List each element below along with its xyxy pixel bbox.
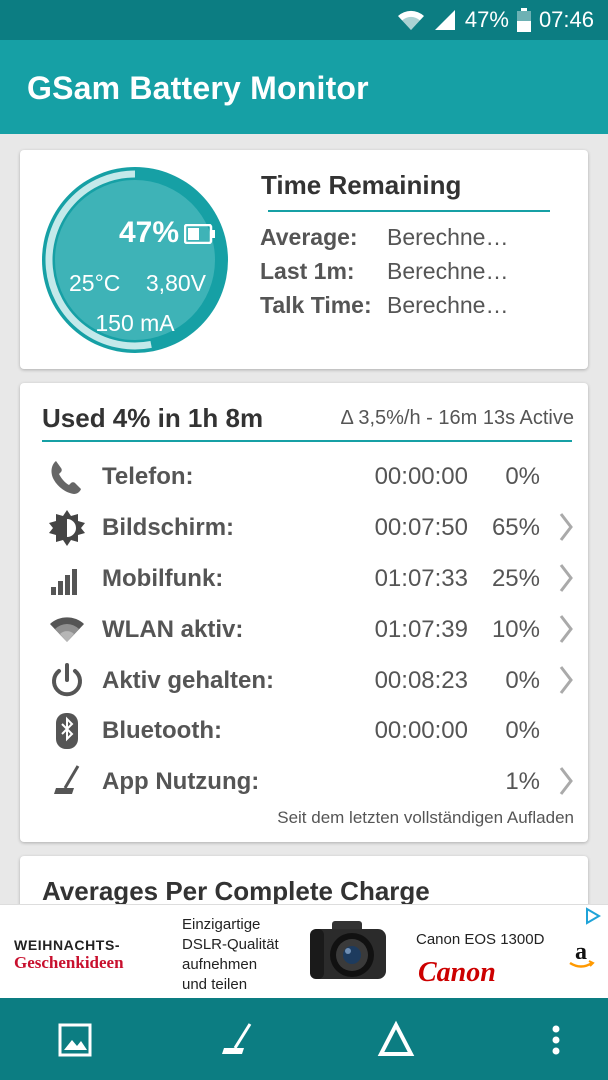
usage-label: Telefon: [102, 463, 194, 490]
ad-left-line2: Geschenkideen [14, 953, 124, 972]
usage-row-bluetooth: Bluetooth: 00:00:00 0% [20, 705, 588, 755]
battery-status-icon [516, 8, 531, 32]
time-remaining-divider [268, 210, 550, 212]
delta-icon[interactable] [376, 1020, 416, 1060]
chevron-right-icon[interactable] [558, 665, 574, 695]
status-bar: 47% 07:46 [0, 0, 608, 40]
time-remaining-value: Berechne… [387, 224, 509, 250]
battery-current: 150 mA [95, 310, 175, 336]
ad-left-line1: WEIHNACHTS- [14, 937, 121, 953]
wifi-status-icon [397, 10, 424, 30]
brightness-icon [49, 510, 85, 546]
cell-signal-status-icon [434, 10, 455, 30]
status-battery-pct: 47% [464, 7, 509, 32]
usage-divider [42, 440, 572, 442]
usage-card: Used 4% in 1h 8m Δ 3,5%/h - 16m 13s Acti… [20, 383, 588, 842]
amazon-logo: a [569, 939, 595, 968]
usage-title: Used 4% in 1h 8m [42, 403, 264, 433]
time-remaining-title: Time Remaining [261, 170, 462, 200]
ad-copy-line: DSLR-Qualität [182, 936, 279, 953]
usage-label: WLAN aktiv: [102, 616, 244, 643]
app-title: GSam Battery Monitor [27, 70, 369, 106]
wifi-icon [50, 617, 84, 642]
usage-percent: 65% [491, 514, 540, 541]
gallery-icon[interactable] [56, 1020, 96, 1060]
usage-percent: 0% [505, 463, 540, 490]
battery-percent: 47% [118, 216, 179, 249]
chevron-right-icon[interactable] [558, 563, 574, 593]
chevron-right-icon[interactable] [558, 614, 574, 644]
usage-rate: Δ 3,5%/h - 16m 13s Active [340, 407, 574, 429]
status-bar-right: 47% 07:46 [397, 0, 594, 40]
ad-copy: Einzigartige DSLR-Qualität aufnehmen und… [182, 915, 302, 995]
amazon-logo-letter: a [575, 939, 587, 965]
usage-label: Bildschirm: [102, 514, 235, 541]
usage-label: Bluetooth: [102, 717, 222, 744]
usage-label: Aktiv gehalten: [102, 667, 275, 694]
bluetooth-icon [56, 713, 78, 749]
app-bar: GSam Battery Monitor [0, 40, 608, 134]
time-remaining-label: Talk Time: [260, 292, 372, 318]
usage-row-wlan[interactable]: WLAN aktiv: 01:07:39 10% [20, 604, 588, 654]
battery-gauge-text: 47% 25°C 3,80V 150 mA [41, 166, 229, 354]
more-vert-icon[interactable] [536, 1020, 576, 1060]
ad-copy-line: aufnehmen [182, 956, 258, 973]
battery-voltage: 3,80V [145, 270, 206, 296]
chevron-right-icon[interactable] [558, 512, 574, 542]
usage-percent: 0% [505, 717, 540, 744]
battery-summary-card[interactable]: 47% 25°C 3,80V 150 mA Time Remaining Ave… [20, 150, 588, 369]
usage-row-telefon: Telefon: 00:00:00 0% [20, 451, 588, 501]
broom-icon[interactable] [216, 1020, 256, 1060]
usage-row-mobilfunk[interactable]: Mobilfunk: 01:07:33 25% [20, 553, 588, 603]
broom-icon [54, 765, 80, 794]
usage-percent: 1% [505, 768, 540, 795]
camera-image [310, 921, 386, 979]
usage-percent: 10% [491, 616, 540, 643]
ad-brand-logo: Canon [418, 957, 496, 988]
usage-row-bildschirm[interactable]: Bildschirm: 00:07:50 65% [20, 502, 588, 552]
battery-temperature: 25°C [69, 270, 121, 296]
usage-row-app-nutzung[interactable]: App Nutzung: 1% [20, 756, 588, 806]
status-time: 07:46 [538, 7, 594, 32]
usage-label: Mobilfunk: [102, 565, 224, 592]
bottom-nav-bar [0, 998, 608, 1080]
battery-icon [184, 224, 215, 244]
ad-copy-line: und teilen [182, 976, 248, 993]
usage-percent: 0% [505, 667, 540, 694]
phone-icon [51, 461, 81, 494]
time-remaining-label: Average: [260, 224, 358, 250]
usage-time: 00:00:00 [374, 717, 468, 744]
signal-bars-icon [51, 569, 77, 595]
chevron-right-icon[interactable] [558, 766, 574, 796]
ad-copy-line: Einzigartige [182, 916, 261, 933]
usage-time: 00:07:50 [374, 514, 468, 541]
usage-time: 01:07:33 [374, 565, 468, 592]
ad-model: Canon EOS 1300D [416, 931, 545, 948]
power-icon [52, 663, 82, 697]
adchoices-icon[interactable] [584, 907, 602, 925]
usage-row-aktiv-gehalten[interactable]: Aktiv gehalten: 00:08:23 0% [20, 655, 588, 705]
time-remaining-value: Berechne… [387, 258, 509, 284]
usage-time: 00:08:23 [374, 667, 468, 694]
ad-banner[interactable]: WEIHNACHTS- Geschenkideen Einzigartige D… [0, 904, 608, 998]
usage-footnote: Seit dem letzten vollständigen Aufladen [277, 808, 574, 827]
usage-percent: 25% [491, 565, 540, 592]
usage-time: 01:07:39 [374, 616, 468, 643]
usage-time: 00:00:00 [374, 463, 468, 490]
time-remaining-value: Berechne… [387, 292, 509, 318]
averages-title: Averages Per Complete Charge [42, 876, 430, 906]
usage-label: App Nutzung: [102, 768, 260, 795]
time-remaining-label: Last 1m: [260, 258, 355, 284]
